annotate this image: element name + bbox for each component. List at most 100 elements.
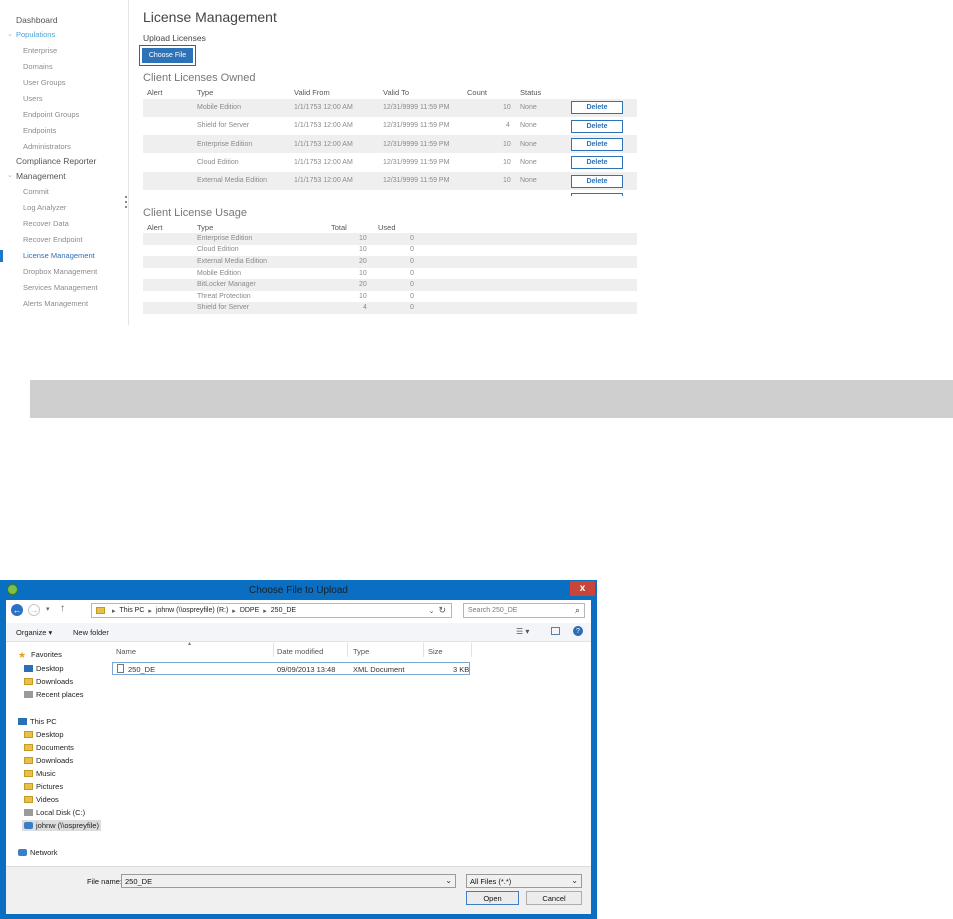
tree-item-pictures[interactable]: Pictures [24, 782, 63, 791]
sidebar-item-dashboard[interactable]: Dashboard [16, 15, 58, 25]
tree-item-videos[interactable]: Videos [24, 795, 59, 804]
open-button[interactable]: Open [466, 891, 519, 905]
tree-item-recent-places[interactable]: Recent places [24, 690, 84, 699]
breadcrumb-separator: ▸ [112, 607, 116, 615]
sidebar-item-user-groups[interactable]: User Groups [23, 78, 66, 87]
valid-from: 1/1/1753 12:00 AM [294, 104, 353, 111]
sidebar-item-dropbox-management[interactable]: Dropbox Management [23, 267, 97, 276]
address-bar[interactable]: ▸ This PC ▸ johnw (\\ospreyfile) (R:) ▸ … [91, 603, 452, 618]
sidebar-item-domains[interactable]: Domains [23, 62, 53, 71]
license-status: None [520, 122, 537, 129]
refresh-icon[interactable]: ↻ [438, 605, 446, 616]
search-input[interactable]: Search 250_DE ⌕ [463, 603, 585, 618]
tree-item-local-disk[interactable]: Local Disk (C:) [24, 808, 85, 817]
column-header-date-modified[interactable]: Date modified [277, 647, 323, 656]
file-type-filter-select[interactable]: All Files (*.*) ⌄ [466, 874, 582, 888]
sidebar-item-administrators[interactable]: Administrators [23, 142, 71, 151]
sidebar-item-compliance-reporter[interactable]: Compliance Reporter [16, 156, 96, 166]
tree-item-downloads[interactable]: Downloads [24, 677, 73, 686]
new-folder-button[interactable]: New folder [73, 628, 109, 637]
search-icon[interactable]: ⌕ [575, 605, 580, 616]
file-name-value: 250_DE [125, 877, 153, 886]
chevron-down-icon[interactable]: ⌄ [7, 30, 13, 38]
column-divider[interactable] [273, 643, 274, 657]
sidebar-item-services-management[interactable]: Services Management [23, 283, 98, 292]
tree-item-downloads[interactable]: Downloads [24, 756, 73, 765]
breadcrumb-item[interactable]: johnw (\\ospreyfile) (R:) [156, 607, 228, 614]
desktop-icon [24, 665, 33, 672]
column-divider[interactable] [423, 643, 424, 657]
file-name: 250_DE [128, 665, 156, 674]
chevron-down-icon[interactable]: ⌄ [445, 876, 452, 885]
forward-arrow-icon[interactable]: → [28, 604, 40, 616]
tree-network[interactable]: Network [18, 848, 58, 857]
tree-this-pc[interactable]: This PC [18, 717, 57, 726]
sidebar-item-recover-data[interactable]: Recover Data [23, 219, 69, 228]
address-dropdown-icon[interactable]: ⌄ [429, 607, 435, 615]
tree-item-desktop[interactable]: Desktop [24, 664, 64, 673]
breadcrumb-item[interactable]: DDPE [240, 607, 259, 614]
column-divider[interactable] [347, 643, 348, 657]
sidebar-item-enterprise[interactable]: Enterprise [23, 46, 57, 55]
sidebar-item-commit[interactable]: Commit [23, 187, 49, 196]
folder-icon [24, 796, 33, 803]
file-name-input[interactable]: 250_DE ⌄ [121, 874, 456, 888]
sidebar-item-management[interactable]: Management [16, 171, 66, 181]
recent-dropdown-icon[interactable]: ▾ [46, 605, 50, 613]
close-button[interactable]: x [570, 581, 595, 596]
chevron-down-icon[interactable]: ⌄ [7, 171, 13, 179]
sidebar-item-recover-endpoint[interactable]: Recover Endpoint [23, 235, 83, 244]
sidebar-item-users[interactable]: Users [23, 94, 43, 103]
preview-pane-icon[interactable] [551, 627, 560, 635]
tree-item-desktop[interactable]: Desktop [24, 730, 64, 739]
sidebar-resize-handle[interactable] [125, 193, 127, 213]
usage-total: 10 [359, 293, 367, 300]
delete-button[interactable]: Delete [571, 101, 623, 114]
chevron-down-icon[interactable]: ⌄ [571, 876, 578, 885]
sidebar-item-log-analyzer[interactable]: Log Analyzer [23, 203, 66, 212]
sidebar-item-endpoints[interactable]: Endpoints [23, 126, 56, 135]
cancel-button[interactable]: Cancel [526, 891, 582, 905]
tree-item-music[interactable]: Music [24, 769, 56, 778]
usage-type: BitLocker Manager [197, 281, 256, 288]
valid-from: 1/1/1753 12:00 AM [294, 141, 353, 148]
choose-file-button[interactable]: Choose File [139, 45, 196, 66]
column-divider[interactable] [471, 643, 472, 657]
valid-to: 12/31/9999 11:59 PM [383, 141, 450, 148]
usage-total: 20 [359, 281, 367, 288]
column-header-type[interactable]: Type [353, 647, 369, 656]
help-icon[interactable]: ? [573, 626, 583, 636]
network-drive-icon [24, 822, 33, 829]
tree-label: Downloads [36, 677, 74, 686]
folder-icon [24, 783, 33, 790]
tree-favorites[interactable]: ★ Favorites [18, 650, 62, 661]
tree-label: Network [30, 848, 58, 857]
sidebar-item-endpoint-groups[interactable]: Endpoint Groups [23, 110, 79, 119]
folder-icon [24, 731, 33, 738]
col-header-used: Used [378, 223, 396, 232]
folder-icon [24, 770, 33, 777]
back-arrow-icon[interactable]: ← [11, 604, 23, 616]
delete-button[interactable]: Delete [571, 156, 623, 169]
column-header-name[interactable]: Name [116, 647, 136, 656]
tree-item-network-drive[interactable]: johnw (\\ospreyfile) [22, 820, 101, 831]
tree-item-documents[interactable]: Documents [24, 743, 74, 752]
up-arrow-icon[interactable]: ↑ [60, 603, 65, 614]
valid-from: 1/1/1753 12:00 AM [294, 159, 353, 166]
view-options-icon[interactable]: ☰ ▾ [516, 627, 529, 636]
licenses-owned-title: Client Licenses Owned [143, 72, 256, 84]
column-header-size[interactable]: Size [428, 647, 443, 656]
delete-button[interactable]: Delete [571, 175, 623, 188]
delete-button[interactable]: Delete [571, 120, 623, 133]
sidebar-item-populations[interactable]: Populations [16, 30, 55, 39]
delete-button[interactable]: Delete [571, 138, 623, 151]
file-date-modified: 09/09/2013 13:48 [277, 665, 336, 674]
file-type-filter-value: All Files (*.*) [470, 877, 512, 886]
usage-used: 0 [410, 270, 414, 277]
sidebar-item-license-management[interactable]: License Management [23, 251, 95, 260]
breadcrumb-item[interactable]: 250_DE [271, 607, 296, 614]
breadcrumb-item[interactable]: This PC [120, 607, 145, 614]
organize-button[interactable]: Organize ▾ [16, 628, 52, 637]
sidebar-item-alerts-management[interactable]: Alerts Management [23, 299, 88, 308]
usage-used: 0 [410, 258, 414, 265]
